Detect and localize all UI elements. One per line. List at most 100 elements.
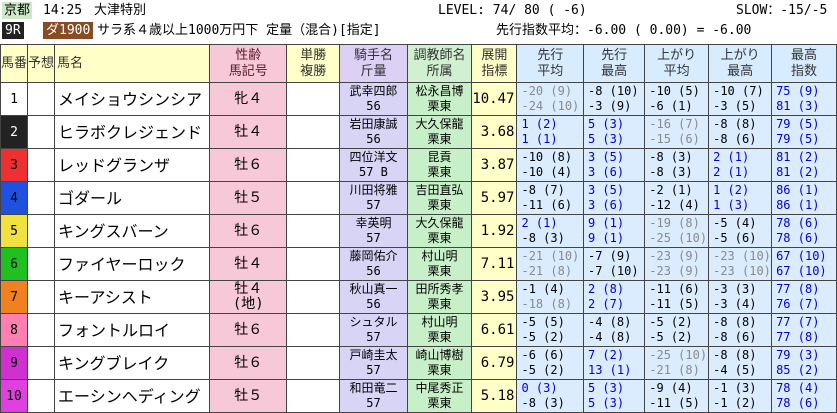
stat-top: 3 (5) <box>587 150 625 164</box>
trainer-cell: 村山明 栗東 <box>406 313 473 347</box>
horse-name[interactable]: ゴダール <box>54 181 211 215</box>
stat-cell-2: 7 (2) 13 (1) <box>582 346 646 380</box>
stat-cell-2: 3 (5) 3 (6) <box>582 181 646 215</box>
horse-name[interactable]: フォントルロイ <box>54 313 211 347</box>
table-row[interactable]: 8 フォントルロイ 牡６ シュタル 57 村山明 栗東 6.61 -5 (5) -5 (2) -4 … <box>0 313 837 347</box>
prediction-mark <box>27 214 56 248</box>
stat-cell-2: 3 (5) 3 (6) <box>582 148 646 182</box>
trainer-cell: 田所秀孝 栗東 <box>406 280 473 314</box>
stat-bottom: 3 (6) <box>587 198 625 212</box>
table-row[interactable]: 3 レッドグランザ 牡６ 四位洋文 57 B 昆貢 栗東 3.87 -10 (8) -10 (4)… <box>0 148 837 182</box>
jockey-cell: 藤岡佑介 56 <box>339 247 408 281</box>
jockey-cell: 秋山真一 56 <box>339 280 408 314</box>
stat-bottom: -11 (6) <box>521 198 573 212</box>
trainer-cell: 松永昌博 栗東 <box>406 82 473 116</box>
table-row[interactable]: 6 ファイヤーロック 牡４ 藤岡佑介 56 村山明 栗東 7.11 -21 (10) -21 (8… <box>0 247 837 281</box>
stat-cell-5: 75 (9) 81 (3) <box>771 82 837 116</box>
stat-top: -2 (1) <box>649 183 693 197</box>
stat-top: 2 (1) <box>713 150 750 164</box>
col-sex-age[interactable]: 性齢 馬記号 <box>209 44 288 83</box>
stat-cell-2: 5 (3) 5 (3) <box>582 379 646 413</box>
stat-top: -10 (7) <box>713 84 764 98</box>
horse-name[interactable]: キングブレイク <box>54 346 211 380</box>
horse-name[interactable]: エーシンヘディング <box>54 379 211 413</box>
stat-cell-1: -10 (8) -10 (4) <box>516 148 584 182</box>
odds-cell <box>286 346 341 380</box>
table-row[interactable]: 5 キングスバーン 牡６ 幸英明 57 大久保龍 栗東 1.92 2 (1) -8 (3) 9 (1… <box>0 214 837 248</box>
stat-top: 67 (10) <box>776 249 827 263</box>
stat-top: 78 (4) <box>776 381 820 395</box>
table-row[interactable]: 2 ヒラボクレジェンド 牡４ 岩田康誠 56 大久保龍 栗東 3.68 1 (2) 1 (1) 5 … <box>0 115 837 149</box>
stat-top: -8 (3) <box>649 150 693 164</box>
table-row[interactable]: 9 キングブレイク 牡６ 戸崎圭太 57 崎山博樹 栗東 6.79 -6 (6) -5 (2) 7 … <box>0 346 837 380</box>
stat-cell-5: 79 (5) 79 (5) <box>771 115 837 149</box>
horse-number: 3 <box>0 148 29 182</box>
prediction-mark <box>27 247 56 281</box>
col-odds[interactable]: 単勝 複勝 <box>286 44 341 83</box>
stat-bottom: 2 (7) <box>587 297 625 311</box>
horse-name[interactable]: メイショウシンシア <box>54 82 211 116</box>
col-index[interactable]: 展開 指標 <box>471 44 518 83</box>
stat-top: -9 (4) <box>649 381 693 395</box>
table-row[interactable]: 7 キーアシスト 牡４ (地) 秋山真一 56 田所秀孝 栗東 3.95 -1 (4) -18 (8… <box>0 280 837 314</box>
stat-bottom: -21 (8) <box>649 363 700 377</box>
stat-bottom: 85 (2) <box>776 363 820 377</box>
stat-top: 5 (3) <box>587 381 625 395</box>
stat-cell-5: 78 (6) 78 (6) <box>771 214 837 248</box>
horse-number: 2 <box>0 115 29 149</box>
horse-name[interactable]: キーアシスト <box>54 280 211 314</box>
sex-age: 牡５ <box>209 379 288 413</box>
col-lead-avg[interactable]: 先行 平均 <box>516 44 584 83</box>
stat-bottom: -6 (1) <box>649 99 693 113</box>
horse-number: 4 <box>0 181 29 215</box>
stat-bottom: -8 (6) <box>713 132 757 146</box>
stat-top: 79 (3) <box>776 348 820 362</box>
stat-bottom: -8 (6) <box>713 330 757 344</box>
horse-name[interactable]: レッドグランザ <box>54 148 211 182</box>
stat-bottom: 2 (1) <box>713 165 750 179</box>
prediction-mark <box>27 181 56 215</box>
col-best-index[interactable]: 最高 指数 <box>771 44 837 83</box>
race-number: 9R <box>2 22 24 39</box>
stat-bottom: 9 (1) <box>587 231 625 245</box>
horse-number: 10 <box>0 379 29 413</box>
horse-name[interactable]: ファイヤーロック <box>54 247 211 281</box>
col-late-best[interactable]: 上がり 最高 <box>708 44 773 83</box>
stat-top: 81 (2) <box>776 150 820 164</box>
prediction-mark <box>27 280 56 314</box>
horse-number: 7 <box>0 280 29 314</box>
stat-bottom: -7 (10) <box>587 264 639 278</box>
horse-name[interactable]: キングスバーン <box>54 214 211 248</box>
stat-top: -20 (9) <box>521 84 573 98</box>
stat-bottom: -23 (9) <box>649 264 700 278</box>
col-horse-name[interactable]: 馬名 <box>54 44 211 83</box>
jockey-cell: シュタル 57 <box>339 313 408 347</box>
index-value: 3.68 <box>471 115 518 149</box>
stat-cell-2: 2 (8) 2 (7) <box>582 280 646 314</box>
horse-name[interactable]: ヒラボクレジェンド <box>54 115 211 149</box>
trainer-cell: 吉田直弘 栗東 <box>406 181 473 215</box>
stat-bottom: 1 (1) <box>521 132 558 146</box>
stat-cell-3: -25 (10) -21 (8) <box>644 346 710 380</box>
stat-cell-5: 78 (4) 78 (6) <box>771 379 837 413</box>
col-trainer[interactable]: 調教師名 所属 <box>406 44 473 83</box>
stat-cell-1: -5 (5) -5 (2) <box>516 313 584 347</box>
col-number[interactable]: 馬番 <box>0 44 29 83</box>
stat-top: -10 (5) <box>649 84 700 98</box>
stat-top: -5 (5) <box>521 315 565 329</box>
stat-bottom: -4 (8) <box>587 330 632 344</box>
col-jockey[interactable]: 騎手名 斤量 <box>339 44 408 83</box>
stat-cell-4: -23 (10) -23 (10) <box>708 247 773 281</box>
stat-top: -5 (4) <box>713 216 757 230</box>
stat-bottom: -5 (6) <box>713 231 757 245</box>
jockey-cell: 川田将雅 57 <box>339 181 408 215</box>
col-late-avg[interactable]: 上がり 平均 <box>644 44 710 83</box>
col-prediction[interactable]: 予想 <box>27 44 56 83</box>
table-row[interactable]: 4 ゴダール 牡５ 川田将雅 57 吉田直弘 栗東 5.97 -8 (7) -11 (6) 3 (5… <box>0 181 837 215</box>
table-row[interactable]: 1 メイショウシンシア 牝４ 武幸四郎 56 松永昌博 栗東 10.47 -20 (9) -24 … <box>0 82 837 116</box>
col-lead-best[interactable]: 先行 最高 <box>582 44 646 83</box>
stat-bottom: 81 (2) <box>776 165 820 179</box>
table-row[interactable]: 10 エーシンヘディング 牡５ 和田竜二 57 中尾秀正 栗東 5.18 0 (3) -8 (3)… <box>0 379 837 413</box>
stat-top: 2 (8) <box>587 282 625 296</box>
prediction-mark <box>27 82 56 116</box>
